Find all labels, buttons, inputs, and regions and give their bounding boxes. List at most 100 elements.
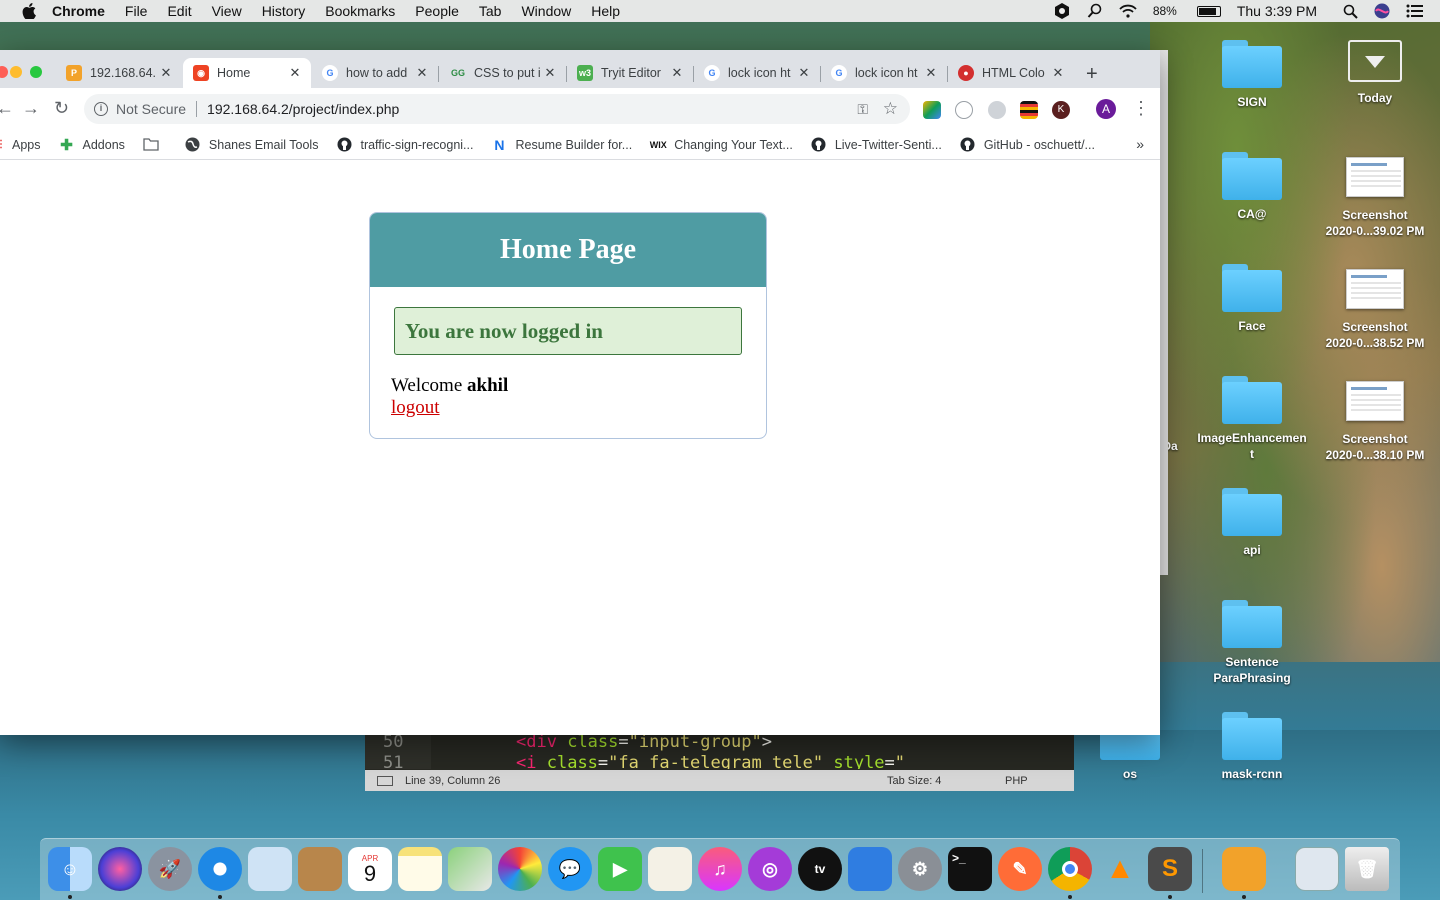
close-tab-icon[interactable]: ✕ — [542, 65, 558, 81]
menubar-clock[interactable]: Thu 3:39 PM — [1237, 3, 1317, 19]
extension-colorpicker-icon[interactable] — [923, 101, 941, 119]
desktop-folder-mask-rcnn[interactable]: mask-rcnn — [1197, 712, 1307, 782]
launchpad-icon[interactable]: 🚀 — [148, 847, 192, 891]
bookmark-folder[interactable] — [143, 137, 167, 153]
extension-brush-icon[interactable] — [955, 101, 973, 119]
bookmark-apps[interactable]: ⋮ Apps — [0, 137, 41, 153]
apple-tv-icon[interactable]: tv — [798, 847, 842, 891]
key-icon[interactable]: ⚿ — [857, 101, 868, 118]
sublime-text-icon[interactable]: S — [1148, 847, 1192, 891]
siri-icon[interactable] — [1374, 3, 1390, 19]
url-text[interactable]: 192.168.64.2/project/index.php — [207, 101, 399, 117]
desktop-folder-api[interactable]: api — [1197, 488, 1307, 558]
calendar-icon[interactable]: APR 9 — [348, 847, 392, 891]
messages-icon[interactable]: 💬 — [548, 847, 592, 891]
extension-compass-icon[interactable] — [988, 101, 1006, 119]
bookmark-shanes-email-tools[interactable]: Shanes Email Tools — [185, 137, 318, 153]
status-app-icon[interactable] — [1053, 2, 1071, 20]
maps-icon[interactable] — [448, 847, 492, 891]
zoom-window-button[interactable] — [30, 66, 42, 78]
chrome-icon[interactable] — [1048, 847, 1092, 891]
system-preferences-icon[interactable]: ⚙ — [898, 847, 942, 891]
photos-icon[interactable] — [498, 847, 542, 891]
info-icon[interactable]: i — [94, 102, 108, 116]
bookmark-traffic-sign[interactable]: traffic-sign-recogni... — [336, 137, 473, 153]
menu-file[interactable]: File — [125, 3, 148, 19]
menu-bookmarks[interactable]: Bookmarks — [325, 3, 395, 19]
desktop-today[interactable]: Today — [1320, 40, 1430, 106]
close-tab-icon[interactable]: ✕ — [414, 65, 430, 81]
menu-tab[interactable]: Tab — [479, 3, 502, 19]
menu-people[interactable]: People — [415, 3, 459, 19]
contacts-icon[interactable] — [298, 847, 342, 891]
forward-arrow-icon[interactable]: → — [22, 98, 40, 118]
reload-icon[interactable]: ↻ — [54, 98, 69, 118]
close-tab-icon[interactable]: ✕ — [158, 65, 174, 81]
bookmark-addons[interactable]: ✚ Addons — [59, 137, 125, 154]
close-tab-icon[interactable]: ✕ — [923, 65, 939, 81]
code-editor-window[interactable]: 50 51 <div class="input-group"> <i class… — [365, 732, 1074, 791]
screenshot-app-icon[interactable] — [1295, 847, 1339, 891]
bookmark-resume-builder[interactable]: N Resume Builder for... — [491, 137, 632, 153]
textedit-icon[interactable] — [648, 847, 692, 891]
menu-app-name[interactable]: Chrome — [52, 3, 105, 19]
desktop-folder-imageenhancement[interactable]: ImageEnhancemen t — [1192, 376, 1312, 462]
desktop-folder-face[interactable]: Face — [1197, 264, 1307, 334]
finder-icon[interactable]: ☺ — [48, 847, 92, 891]
spotlight-search-icon[interactable] — [1343, 4, 1358, 19]
minimize-window-button[interactable] — [10, 66, 22, 78]
notes-icon[interactable] — [398, 847, 442, 891]
terminal-icon[interactable]: >_ — [948, 847, 992, 891]
podcasts-icon[interactable]: ◎ — [748, 847, 792, 891]
close-tab-icon[interactable]: ✕ — [669, 65, 685, 81]
extension-flag-icon[interactable] — [1020, 101, 1038, 119]
tab-html-color[interactable]: ● HTML Colo ✕ — [948, 58, 1074, 88]
bookmarks-overflow-icon[interactable]: » — [1136, 136, 1144, 152]
trash-icon[interactable]: 🗑 — [1345, 847, 1389, 891]
editor-tab-size[interactable]: Tab Size: 4 — [887, 775, 941, 787]
menu-help[interactable]: Help — [591, 3, 620, 19]
close-tab-icon[interactable]: ✕ — [796, 65, 812, 81]
menu-history[interactable]: History — [262, 3, 306, 19]
close-tab-icon[interactable]: ✕ — [287, 65, 303, 81]
close-window-button[interactable] — [0, 66, 8, 78]
close-tab-icon[interactable]: ✕ — [1050, 65, 1066, 81]
notification-center-icon[interactable] — [1406, 4, 1424, 18]
desktop-screenshot-3[interactable]: Screenshot 2020-0...38.10 PM — [1313, 381, 1437, 463]
logout-link[interactable]: logout — [391, 397, 766, 419]
apple-logo-icon[interactable] — [20, 2, 38, 20]
extension-k-icon[interactable]: K — [1052, 101, 1070, 119]
facetime-icon[interactable]: ▶ — [598, 847, 642, 891]
bookmark-live-twitter[interactable]: Live-Twitter-Senti... — [811, 137, 942, 153]
desktop-folder-sentence-paraphrasing[interactable]: Sentence ParaPhrasing — [1197, 600, 1307, 686]
wifi-icon[interactable] — [1119, 4, 1137, 18]
tab-css-to-put[interactable]: GG CSS to put i ✕ — [440, 58, 566, 88]
keynote-icon[interactable] — [848, 847, 892, 891]
battery-icon[interactable] — [1196, 5, 1221, 17]
xampp-icon[interactable] — [1222, 847, 1266, 891]
siri-icon[interactable] — [98, 847, 142, 891]
tab-how-to-add[interactable]: G how to add ✕ — [312, 58, 438, 88]
tab-tryit-editor[interactable]: w3 Tryit Editor ✕ — [567, 58, 693, 88]
menu-view[interactable]: View — [212, 3, 242, 19]
back-arrow-icon[interactable]: ← — [0, 98, 14, 118]
more-menu-icon[interactable]: ⋮ — [1132, 98, 1150, 119]
vlc-icon[interactable]: ▲ — [1098, 847, 1142, 891]
preview-icon[interactable] — [248, 847, 292, 891]
postman-icon[interactable]: ✎ — [998, 847, 1042, 891]
new-tab-button[interactable]: + — [1086, 64, 1098, 84]
tab-lock-icon-1[interactable]: G lock icon ht ✕ — [694, 58, 820, 88]
desktop-folder-sign[interactable]: SIGN — [1197, 40, 1307, 110]
desktop-screenshot-2[interactable]: Screenshot 2020-0...38.52 PM — [1313, 269, 1437, 351]
profile-avatar[interactable]: A — [1096, 99, 1116, 119]
security-indicator[interactable]: Not Secure — [116, 101, 186, 117]
menu-window[interactable]: Window — [521, 3, 571, 19]
editor-syntax[interactable]: PHP — [1005, 775, 1028, 787]
bookmark-github-oschuett[interactable]: GitHub - oschuett/... — [960, 137, 1095, 153]
desktop-folder-ca[interactable]: CA@ — [1197, 152, 1307, 222]
tab-lock-icon-2[interactable]: G lock icon ht ✕ — [821, 58, 947, 88]
safari-icon[interactable] — [198, 847, 242, 891]
desktop-screenshot-1[interactable]: Screenshot 2020-0...39.02 PM — [1313, 157, 1437, 239]
panel-toggle-icon[interactable] — [377, 775, 393, 786]
address-bar[interactable]: i Not Secure 192.168.64.2/project/index.… — [84, 94, 910, 124]
